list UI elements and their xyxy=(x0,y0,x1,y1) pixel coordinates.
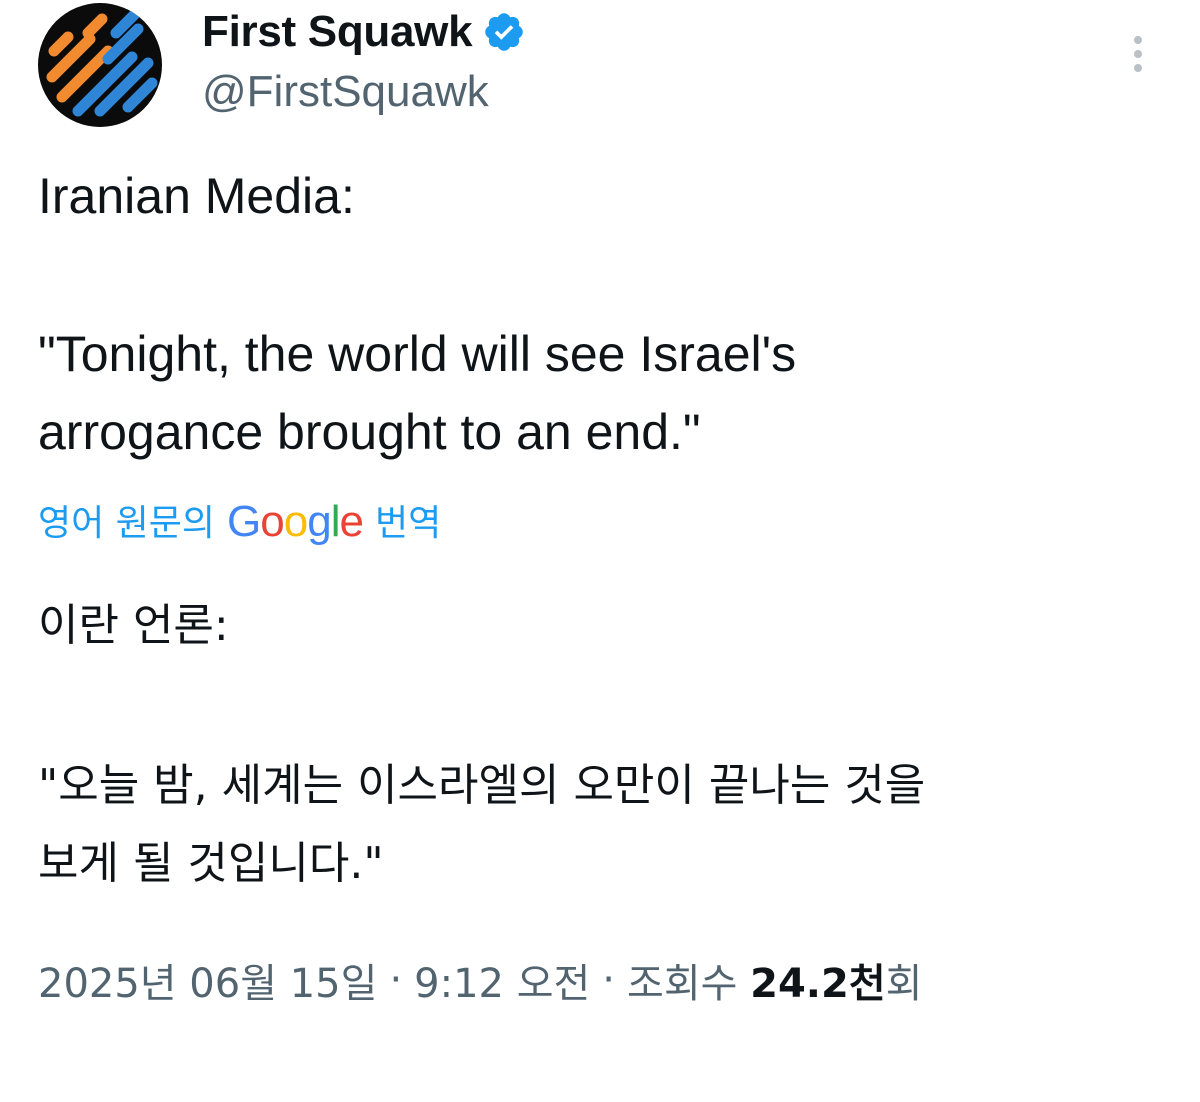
verified-badge-icon[interactable] xyxy=(482,10,526,54)
author-handle[interactable]: @FirstSquawk xyxy=(202,66,489,118)
avatar[interactable] xyxy=(38,3,162,127)
tweet-meta: 2025년 06월 15일 · 9:12 오전 · 조회수 24.2천 회 xyxy=(38,948,922,1012)
translation-suffix: 번역 xyxy=(375,503,442,544)
meta-separator: · xyxy=(389,957,403,1003)
translation-prefix: 영어 원문의 xyxy=(38,503,216,544)
tweet-date[interactable]: 2025년 06월 15일 xyxy=(38,951,377,1009)
tweet-text-line: "Tonight, the world will see Israel's xyxy=(38,326,797,382)
tweet-time[interactable]: 9:12 오전 xyxy=(414,951,590,1009)
tweet[interactable]: First Squawk @FirstSquawk Iranian Media:… xyxy=(0,0,1200,1102)
google-logo: Google xyxy=(227,492,365,552)
views-suffix: 회 xyxy=(885,961,923,1007)
tweet-text-line: Iranian Media: xyxy=(38,168,355,224)
google-logo-letter: e xyxy=(339,497,365,546)
google-logo-letter: G xyxy=(227,497,261,546)
google-logo-letter: o xyxy=(260,497,285,546)
views-label: 조회수 xyxy=(627,961,738,1007)
first-squawk-logo-icon xyxy=(46,9,158,117)
more-dot-icon xyxy=(1134,36,1142,44)
translated-text-line: 보게 될 것입니다." xyxy=(38,838,384,889)
more-options-button[interactable] xyxy=(1116,28,1160,80)
translation-attribution[interactable]: 영어 원문의 Google 번역 xyxy=(38,494,441,554)
display-name[interactable]: First Squawk xyxy=(202,6,473,58)
views-count: 24.2천 xyxy=(750,961,886,1007)
meta-separator: · xyxy=(602,957,616,1003)
translated-text-line: 이란 언론: xyxy=(38,600,229,651)
google-logo-letter: l xyxy=(330,497,341,546)
more-dot-icon xyxy=(1134,50,1142,58)
google-logo-letter: o xyxy=(283,497,309,546)
tweet-text-line: arrogance brought to an end." xyxy=(38,404,701,460)
translated-text-line: "오늘 밤, 세계는 이스라엘의 오만이 끝나는 것을 xyxy=(38,760,926,811)
more-dot-icon xyxy=(1134,64,1142,72)
author-name-row[interactable]: First Squawk xyxy=(202,6,526,58)
google-logo-letter: g xyxy=(307,497,332,546)
